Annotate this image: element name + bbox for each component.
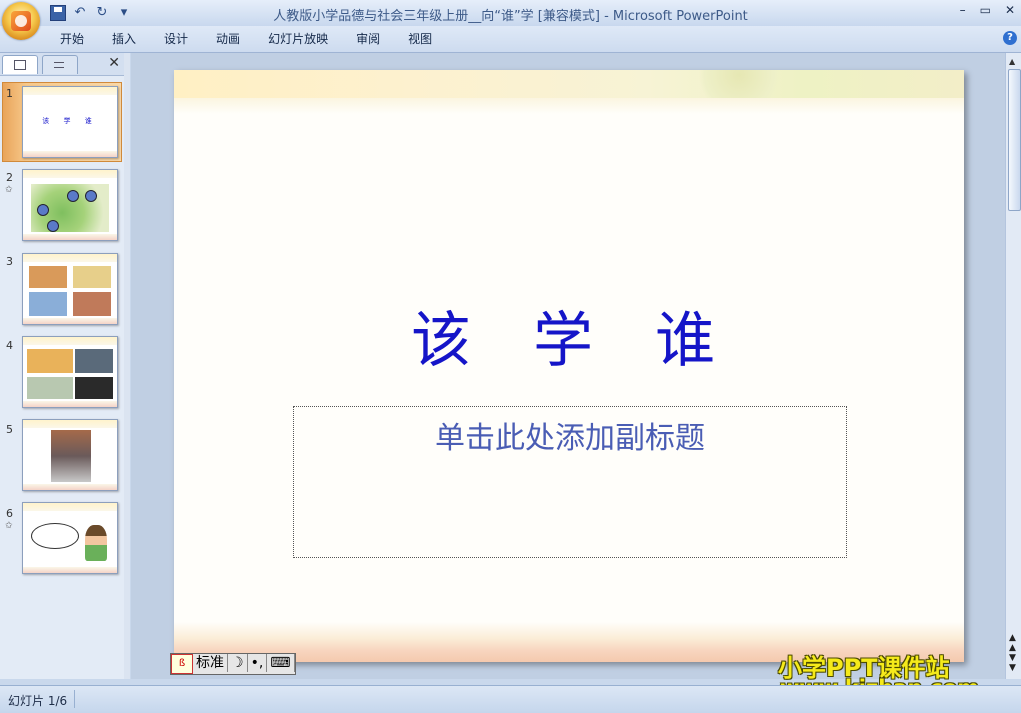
office-logo-icon <box>11 11 31 31</box>
close-button[interactable]: ✕ <box>1005 3 1015 17</box>
scroll-up-icon[interactable]: ▲ <box>1009 57 1015 66</box>
animation-star-icon: ✩ <box>5 185 13 195</box>
tab-review[interactable]: 审阅 <box>342 31 394 47</box>
animation-star-icon: ✩ <box>5 521 13 531</box>
close-pane-icon[interactable]: ✕ <box>108 55 120 71</box>
current-slide[interactable]: 该学谁 单击此处添加副标题 <box>174 70 964 662</box>
status-bar: 幻灯片 1/6 <box>0 685 1021 713</box>
slide-title[interactable]: 该学谁 <box>174 292 964 379</box>
slide-thumbnail-1[interactable]: 该 学 谁 <box>22 86 118 158</box>
tab-slides[interactable] <box>2 55 38 74</box>
thumbnail-title: 该 学 谁 <box>42 117 98 125</box>
slide-thumbnail-6[interactable] <box>22 502 118 574</box>
scroll-thumb[interactable] <box>1008 69 1021 211</box>
tab-insert[interactable]: 插入 <box>98 31 150 47</box>
slide-counter: 幻灯片 1/6 <box>8 694 68 708</box>
office-button[interactable] <box>2 2 40 40</box>
slide-number: 1 <box>6 87 13 100</box>
ime-logo-icon[interactable]: ß <box>171 654 193 674</box>
window-title: 人教版小学品德与社会三年级上册__向“谁”学 [兼容模式] - Microsof… <box>273 9 748 24</box>
slide-thumbnail-3[interactable] <box>22 253 118 325</box>
outline-icon <box>54 62 64 68</box>
tab-outline[interactable] <box>42 55 78 74</box>
slide-number: 2 <box>6 171 13 184</box>
slide-number: 3 <box>6 255 13 268</box>
slide-decoration-fade <box>174 98 964 114</box>
minimize-button[interactable]: – <box>960 3 966 17</box>
slide-thumbnail-5[interactable] <box>22 419 118 491</box>
title-bar: ↶ ↻ ▾ 人教版小学品德与社会三年级上册__向“谁”学 [兼容模式] - Mi… <box>0 0 1021 26</box>
ribbon-tab-bar: 开始 插入 设计 动画 幻灯片放映 审阅 视图 ? <box>0 26 1021 53</box>
subtitle-placeholder-text: 单击此处添加副标题 <box>435 421 705 456</box>
status-divider <box>74 690 75 708</box>
tab-animations[interactable]: 动画 <box>202 31 254 47</box>
slide-thumbnail-4[interactable] <box>22 336 118 408</box>
help-icon[interactable]: ? <box>1003 31 1017 45</box>
slides-pane: ✕ 1 该 学 谁 2 ✩ 3 4 5 6 ✩ <box>0 53 125 679</box>
restore-button[interactable]: ▭ <box>980 3 991 17</box>
slide-number: 5 <box>6 423 13 436</box>
subtitle-placeholder-box[interactable]: 单击此处添加副标题 <box>293 406 847 558</box>
tab-view[interactable]: 视图 <box>394 31 446 47</box>
slide-thumbnail-2[interactable] <box>22 169 118 241</box>
tab-home[interactable]: 开始 <box>46 31 98 47</box>
slide-number: 6 <box>6 507 13 520</box>
tab-design[interactable]: 设计 <box>150 31 202 47</box>
pane-tabs: ✕ <box>0 53 124 76</box>
slides-icon <box>14 60 26 70</box>
ime-toolbar: ß 标准 ☽ •, ⌨ <box>170 653 296 675</box>
vertical-scrollbar[interactable]: ▲ ▲ ▲ ▼ ▼ <box>1005 53 1021 679</box>
window-controls: – ▭ ✕ <box>960 3 1015 17</box>
prev-next-slide-buttons[interactable]: ▲ ▲ ▼ ▼ <box>1009 633 1016 673</box>
pane-splitter[interactable] <box>124 53 130 679</box>
ime-mode-label[interactable]: 标准 <box>193 654 228 672</box>
tab-slideshow[interactable]: 幻灯片放映 <box>254 31 342 47</box>
ime-punct-icon[interactable]: •, <box>248 654 268 672</box>
slide-number: 4 <box>6 339 13 352</box>
ime-keyboard-icon[interactable]: ⌨ <box>267 654 295 672</box>
ime-moon-icon[interactable]: ☽ <box>228 654 248 672</box>
